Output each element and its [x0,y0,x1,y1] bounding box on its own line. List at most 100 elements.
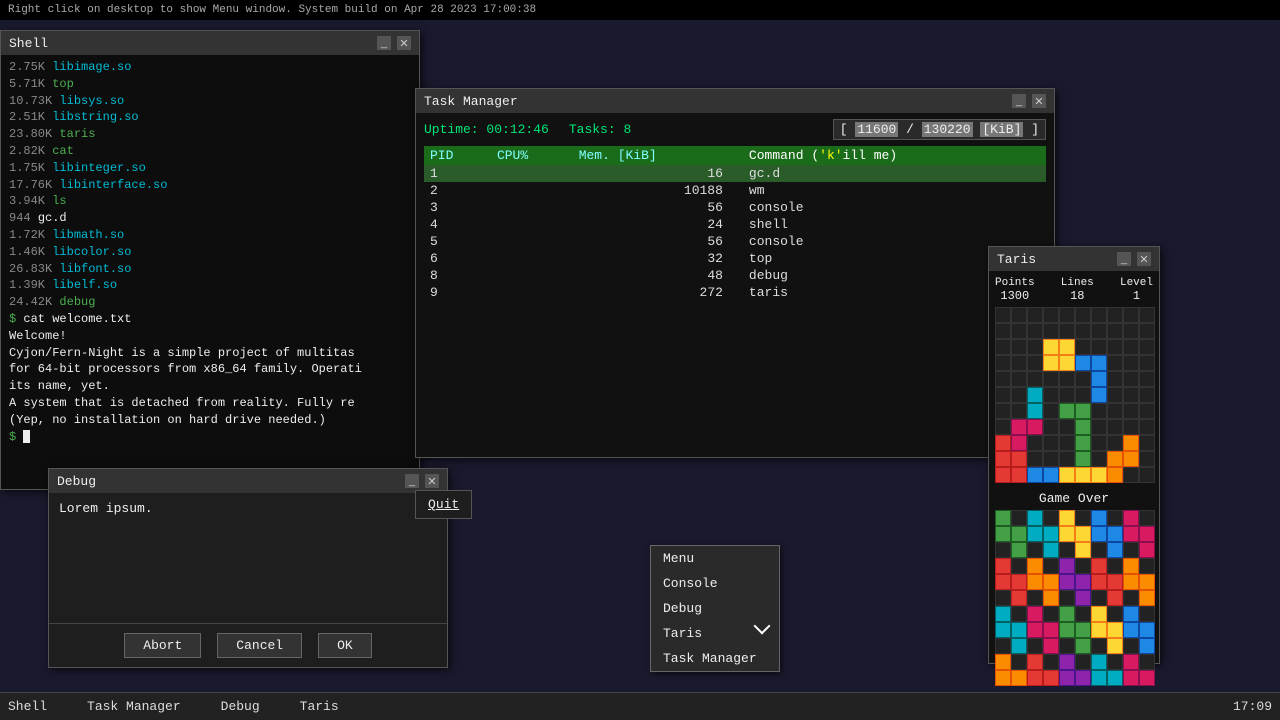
taskbar-item-debug[interactable]: Debug [221,699,260,714]
taskbar-item-taris[interactable]: Taris [300,699,339,714]
process-row[interactable]: 1 16 gc.d [424,165,1046,182]
taris-cell [1059,654,1075,670]
taris-cell [1027,670,1043,686]
shell-para: its name, yet. [9,378,411,395]
shell-minimize-button[interactable]: _ [377,36,391,50]
taris-cell [1107,451,1123,467]
debug-close-button[interactable]: ✕ [425,474,439,488]
taris-cell [1043,510,1059,526]
taskbar-item-shell[interactable]: Shell [8,699,47,714]
taris-board-bottom [995,510,1155,690]
taris-cell [1139,387,1155,403]
taris-cell [1059,355,1075,371]
shell-close-button[interactable]: ✕ [397,36,411,50]
taris-cell [1043,558,1059,574]
taskmanager-minimize-button[interactable]: _ [1012,94,1026,108]
mem-cell: 56 [573,199,743,216]
taris-close-button[interactable]: ✕ [1137,252,1151,266]
shell-cursor [23,430,30,443]
top-bar: Right click on desktop to show Menu wind… [0,0,1280,20]
process-row[interactable]: 3 56 console [424,199,1046,216]
taris-cell [1011,510,1027,526]
process-row[interactable]: 2 10188 wm [424,182,1046,199]
taris-cell [1075,435,1091,451]
debug-buttons-area: Abort Cancel OK [49,623,447,667]
abort-button[interactable]: Abort [124,633,201,658]
debug-title: Debug [57,474,405,489]
taris-cell [995,590,1011,606]
taris-minimize-button[interactable]: _ [1117,252,1131,266]
taris-cell [1107,307,1123,323]
taris-cell [1027,606,1043,622]
taris-cell [1075,638,1091,654]
debug-minimize-button[interactable]: _ [405,474,419,488]
process-row[interactable]: 9 272 taris [424,284,1046,301]
debug-titlebar: Debug _ ✕ [49,469,447,493]
ok-button[interactable]: OK [318,633,372,658]
level-val: 1 [1120,289,1153,303]
taris-cell [1123,419,1139,435]
taris-cell [1091,403,1107,419]
taris-cell [1027,542,1043,558]
taskmanager-close-button[interactable]: ✕ [1032,94,1046,108]
taris-cell [995,323,1011,339]
taris-cell [1107,339,1123,355]
taris-cell [995,387,1011,403]
process-row[interactable]: 8 48 debug [424,267,1046,284]
taris-cell [1011,387,1027,403]
taris-cell [1011,403,1027,419]
quit-area[interactable]: Quit [415,490,472,519]
taris-cell [1059,403,1075,419]
context-menu-item-taskmanager[interactable]: Task Manager [651,646,779,671]
taris-cell [1091,451,1107,467]
taris-cell [1043,307,1059,323]
taris-cell [1059,419,1075,435]
process-row[interactable]: 6 32 top [424,250,1046,267]
taris-cell [1043,355,1059,371]
context-menu-item-menu[interactable]: Menu [651,546,779,571]
taris-cell [1075,467,1091,483]
quit-label: Quit [428,497,459,512]
taris-cell [1011,638,1027,654]
taris-cell [1091,606,1107,622]
taris-cell [1107,558,1123,574]
taris-cell [1011,323,1027,339]
taris-cell [1107,590,1123,606]
taris-cell [1091,590,1107,606]
taris-cell [1091,371,1107,387]
context-menu-item-console[interactable]: Console [651,571,779,596]
lines-label: Lines [1061,277,1094,289]
taris-cell [1107,510,1123,526]
taris-cell [1059,339,1075,355]
taris-cell [1011,670,1027,686]
context-menu-item-debug[interactable]: Debug [651,596,779,621]
process-row[interactable]: 5 56 console [424,233,1046,250]
taris-cell [1123,323,1139,339]
taris-cell [995,558,1011,574]
taris-cell [1139,558,1155,574]
taris-cell [1059,606,1075,622]
taris-cell [1107,526,1123,542]
taris-cell [1043,574,1059,590]
taris-cell [1123,670,1139,686]
process-row[interactable]: 4 24 shell [424,216,1046,233]
taris-level: Level 1 [1120,277,1153,303]
taris-cell [1139,638,1155,654]
pid-cell: 8 [424,267,491,284]
taris-cell [1011,451,1027,467]
cancel-button[interactable]: Cancel [217,633,302,658]
cmd-cell: console [743,199,1046,216]
taris-cell [1059,638,1075,654]
taris-cell [1027,590,1043,606]
taris-cell [1027,558,1043,574]
taris-title: Taris [997,252,1117,267]
taris-cell [1059,590,1075,606]
taris-cell [1091,355,1107,371]
taris-cell [1123,307,1139,323]
taris-board-top [995,307,1155,487]
taris-cell [1091,654,1107,670]
taris-cell [1075,355,1091,371]
taskbar-item-taskmanager[interactable]: Task Manager [87,699,181,714]
taris-cell [1123,526,1139,542]
taris-cell [1043,670,1059,686]
